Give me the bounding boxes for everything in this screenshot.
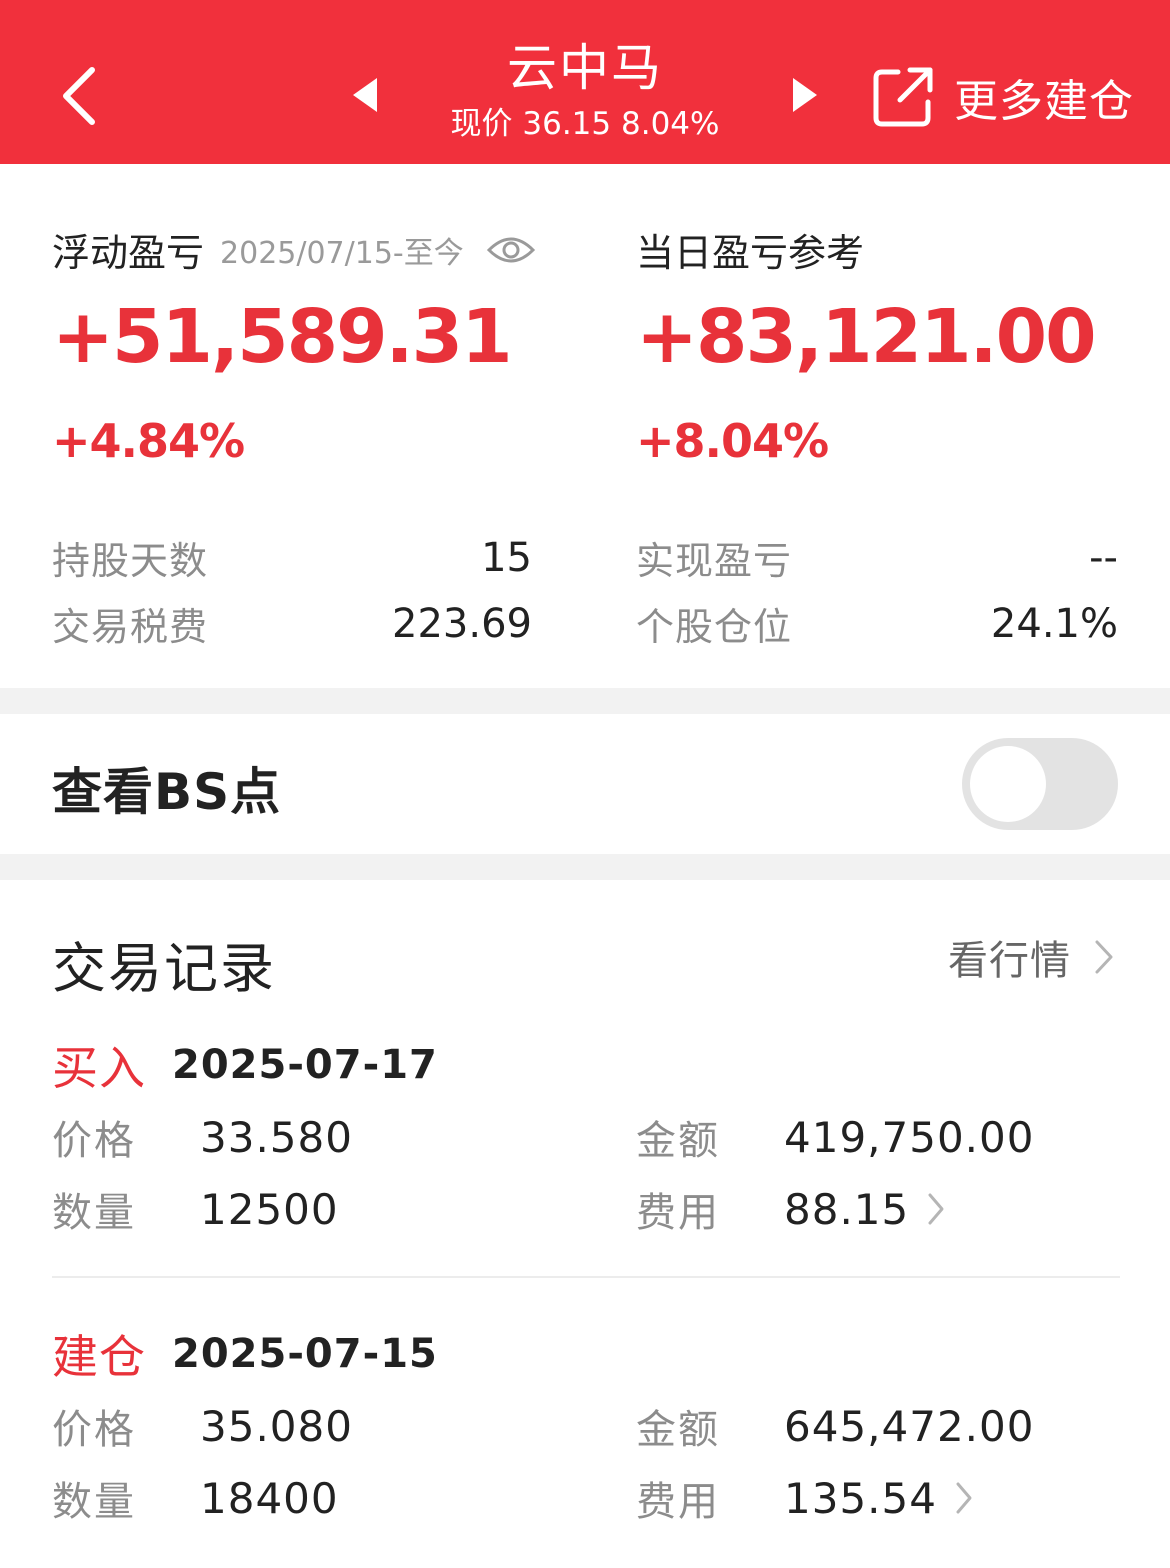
next-stock-button[interactable] [785,70,825,120]
chevron-right-icon [956,1482,972,1514]
trade-price-value: 33.580 [200,1112,353,1162]
pnl-summary: 浮动盈亏 2025/07/15-至今 +51,589.31 +4.84% 持股天… [0,164,1170,688]
position-ratio-row: 个股仓位 24.1% [636,596,1118,651]
chevron-right-icon [1095,940,1113,974]
trade-record: 建仓 2025-07-15 价格 35.080 金额 645,472.00 数量… [52,1321,1120,1525]
trade-date: 2025-07-15 [172,1331,438,1377]
floating-pnl-date-range: 2025/07/15-至今 [220,235,464,271]
floating-pnl-label: 浮动盈亏 [52,231,205,275]
trade-fees-label: 交易税费 [52,605,209,649]
trade-fee-label: 费用 [636,1479,720,1525]
triangle-left-icon [353,78,377,112]
trade-fees-row: 交易税费 223.69 [52,596,532,651]
bs-points-label: 查看BS点 [52,763,282,821]
bs-points-row: 查看BS点 [0,714,1170,854]
trade-quantity: 数量 18400 [52,1469,339,1527]
floating-pnl-header: 浮动盈亏 2025/07/15-至今 [52,222,536,277]
holding-days-value: 15 [481,534,532,581]
trade-amount: 金额 645,472.00 [636,1397,1034,1455]
trade-amount-label: 金额 [636,1407,720,1453]
realized-pnl-row: 实现盈亏 -- [636,530,1118,585]
trade-type: 建仓 [52,1330,146,1384]
share-external-icon [873,67,933,127]
trade-amount-label: 金额 [636,1118,720,1164]
prev-stock-button[interactable] [345,70,385,120]
trade-amount: 金额 419,750.00 [636,1108,1034,1166]
record-separator [52,1276,1120,1278]
section-divider [0,688,1170,714]
trade-fee[interactable]: 费用 135.54 [636,1469,973,1527]
floating-pnl-percent: +4.84% [52,414,245,468]
chevron-left-icon [63,67,95,125]
trade-type: 买入 [52,1041,146,1095]
floating-pnl-value: +51,589.31 [52,294,513,380]
trade-record-header: 买入 2025-07-17 [52,1032,438,1098]
trade-price-label: 价格 [52,1118,136,1164]
top-bar: 云中马 现价 36.15 8.04% 更多建仓 [0,0,1170,164]
view-quote-label: 看行情 [948,938,1071,984]
trade-quantity-value: 12500 [200,1184,339,1234]
holding-days-row: 持股天数 15 [52,530,532,585]
stock-price-line: 现价 36.15 8.04% [450,106,720,142]
chevron-right-icon [928,1193,944,1225]
triangle-right-icon [793,78,817,112]
back-button[interactable] [50,56,110,136]
trade-amount-value: 419,750.00 [784,1112,1035,1162]
holding-days-label: 持股天数 [52,539,209,583]
daily-pnl-label: 当日盈亏参考 [636,231,865,275]
trade-quantity-label: 数量 [52,1190,136,1236]
trade-records: 交易记录 看行情 买入 2025-07-17 价格 33.580 金额 419,… [0,880,1170,1568]
trade-price: 价格 35.080 [52,1397,353,1455]
trade-price-label: 价格 [52,1407,136,1453]
daily-pnl-header: 当日盈亏参考 [636,222,864,277]
trade-price: 价格 33.580 [52,1108,353,1166]
trade-quantity: 数量 12500 [52,1180,339,1238]
bs-points-toggle[interactable] [962,738,1118,830]
position-ratio-value: 24.1% [990,600,1118,647]
realized-pnl-value: -- [1089,534,1118,581]
eye-icon[interactable] [486,232,536,268]
daily-pnl-value: +83,121.00 [636,294,1097,380]
trade-record-header: 建仓 2025-07-15 [52,1321,438,1387]
trade-quantity-label: 数量 [52,1479,136,1525]
more-positions-label: 更多建仓 [954,76,1134,127]
more-positions-button[interactable]: 更多建仓 [872,62,1134,132]
section-divider [0,854,1170,880]
trade-quantity-value: 18400 [200,1473,339,1523]
trade-records-title: 交易记录 [52,937,276,1000]
toggle-knob [970,746,1046,822]
stock-name: 云中马 [507,39,663,97]
view-quote-link[interactable]: 看行情 [948,928,1115,986]
daily-pnl-percent: +8.04% [636,414,829,468]
trade-record: 买入 2025-07-17 价格 33.580 金额 419,750.00 数量… [52,1032,1120,1236]
realized-pnl-label: 实现盈亏 [636,539,793,583]
trade-fee-label: 费用 [636,1190,720,1236]
trade-date: 2025-07-17 [172,1042,438,1088]
trade-amount-value: 645,472.00 [784,1401,1035,1451]
trade-price-value: 35.080 [200,1401,353,1451]
trade-fee-value: 88.15 [784,1184,910,1234]
position-ratio-label: 个股仓位 [636,605,793,649]
trade-fee-value: 135.54 [784,1473,937,1523]
title-block: 云中马 现价 36.15 8.04% [385,36,785,146]
trade-fee[interactable]: 费用 88.15 [636,1180,945,1238]
trade-fees-value: 223.69 [392,600,532,647]
